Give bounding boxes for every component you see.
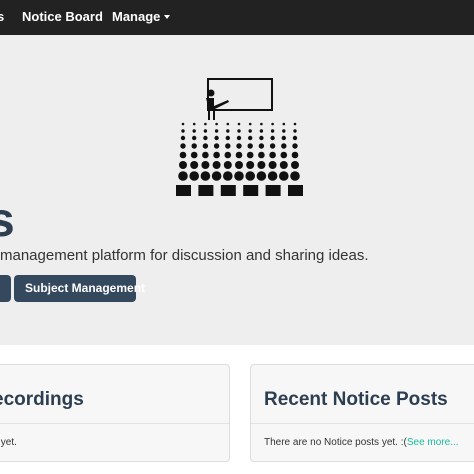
notices-empty-text: There are no Notice posts yet. :( bbox=[264, 437, 407, 448]
top-navbar: s Notice Board Manage bbox=[0, 0, 474, 35]
caret-down-icon bbox=[164, 14, 171, 19]
see-more-link[interactable]: See more... bbox=[407, 437, 459, 448]
nav-manage-dropdown[interactable]: Manage bbox=[112, 0, 171, 35]
hero-tagline: management platform for discussion and s… bbox=[0, 247, 369, 264]
recordings-title: ecordings bbox=[0, 389, 84, 410]
lecture-hall-icon bbox=[176, 78, 303, 196]
nav-notice-board[interactable]: Notice Board bbox=[22, 0, 103, 35]
panel-divider bbox=[251, 423, 474, 424]
panel-divider bbox=[0, 423, 229, 424]
notices-panel: Recent Notice Posts There are no Notice … bbox=[250, 364, 474, 462]
notices-empty-message: There are no Notice posts yet. :(See mor… bbox=[264, 437, 459, 448]
hero-button-partial[interactable] bbox=[0, 275, 11, 302]
subject-management-button[interactable]: Subject Management bbox=[14, 275, 145, 302]
hero-title: s bbox=[0, 194, 15, 247]
hero-jumbotron: s management platform for discussion and… bbox=[0, 35, 474, 345]
notices-title: Recent Notice Posts bbox=[264, 389, 448, 410]
nav-item-partial[interactable]: s bbox=[0, 0, 4, 35]
recordings-empty-text: s yet. bbox=[0, 437, 17, 448]
recordings-panel: ecordings s yet. bbox=[0, 364, 230, 462]
nav-manage-label: Manage bbox=[112, 9, 161, 24]
